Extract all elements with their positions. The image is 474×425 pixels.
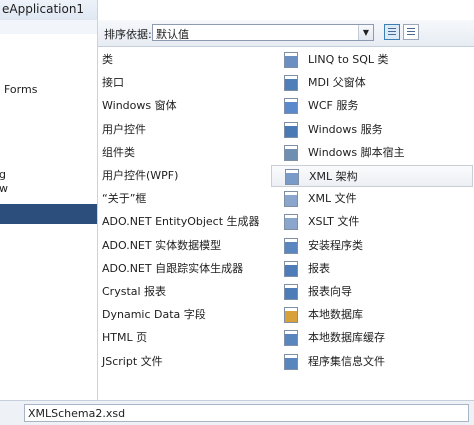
template-item-label: Windows 脚本宿主 (308, 145, 405, 159)
template-item[interactable]: 报表向导 (284, 281, 472, 303)
list-view-button[interactable] (384, 24, 400, 40)
template-item[interactable]: “关于”框 (102, 188, 268, 210)
template-item[interactable]: WCF 服务 (284, 95, 472, 117)
windows-service-icon (284, 121, 298, 138)
local-db-cache-icon (284, 330, 298, 347)
template-item[interactable]: HTML 页 (102, 327, 268, 349)
local-database-icon (284, 307, 298, 324)
template-item[interactable]: XML 文件 (284, 188, 472, 210)
template-item[interactable]: 组件类 (102, 142, 268, 164)
installer-class-icon (284, 237, 298, 254)
template-item-label: 用户控件 (102, 122, 146, 136)
template-item-label: LINQ to SQL 类 (308, 53, 389, 66)
template-item[interactable]: 本地数据库缓存 (284, 327, 472, 349)
template-item-label: MDI 父窗体 (308, 76, 366, 90)
sort-dropdown-value: 默认值 (156, 28, 189, 41)
template-item[interactable]: 用户控件 (102, 119, 268, 141)
xslt-file-icon (284, 214, 298, 231)
detail-view-button[interactable] (403, 24, 419, 40)
project-title: eApplication1 (2, 2, 85, 16)
wcf-service-icon (284, 98, 298, 115)
assembly-info-icon (284, 353, 298, 370)
template-item[interactable]: XSLT 文件 (284, 211, 472, 233)
template-item-label: 组件类 (102, 145, 135, 159)
template-item-label: ADO.NET 实体数据模型 (102, 238, 222, 252)
template-item[interactable]: 接口 (102, 72, 268, 94)
template-item-label: 本地数据库缓存 (308, 331, 385, 345)
template-item-label: ADO.NET 自跟踪实体生成器 (102, 261, 244, 275)
template-item-label: 安装程序类 (308, 238, 363, 252)
template-item-label: WCF 服务 (308, 99, 359, 113)
tree-item-partial-w[interactable]: w (0, 182, 8, 195)
script-host-icon (284, 144, 298, 161)
template-item-label: 接口 (102, 76, 124, 90)
sort-dropdown[interactable]: 默认值 ▼ (152, 24, 374, 41)
template-item-label: 报表向导 (308, 285, 352, 298)
template-item-label: “关于”框 (102, 192, 147, 206)
template-item-label: 类 (102, 53, 113, 66)
template-item-label: 用户控件(WPF) (102, 169, 179, 182)
report-wizard-icon (284, 284, 298, 300)
sort-toolbar: 排序依据: 默认值 ▼ (98, 20, 474, 47)
tree-item-forms[interactable]: Forms (4, 83, 37, 96)
linq-class-icon (284, 52, 298, 68)
name-field-bar (0, 400, 474, 425)
project-title-bar: eApplication1 (0, 0, 97, 21)
template-item[interactable]: 安装程序类 (284, 235, 472, 257)
template-item-label: ADO.NET EntityObject 生成器 (102, 215, 260, 229)
template-item[interactable]: Windows 脚本宿主 (284, 142, 472, 164)
template-item[interactable]: Dynamic Data 字段 (102, 304, 268, 326)
xml-schema-icon (285, 169, 299, 185)
template-item-label: Crystal 报表 (102, 285, 167, 298)
template-item-label: Windows 窗体 (102, 99, 177, 113)
template-item[interactable]: 类 (102, 49, 268, 71)
template-item[interactable]: JScript 文件 (102, 351, 268, 373)
chevron-down-icon[interactable]: ▼ (358, 25, 373, 40)
template-item-label: HTML 页 (102, 331, 148, 345)
template-item[interactable]: 报表 (284, 258, 472, 280)
tree-header-band (0, 20, 97, 34)
template-item-label: Windows 服务 (308, 122, 383, 136)
template-item[interactable]: 用户控件(WPF) (102, 165, 268, 187)
template-item-label: JScript 文件 (102, 354, 163, 368)
xml-file-icon (284, 191, 298, 208)
template-item[interactable]: LINQ to SQL 类 (284, 49, 472, 71)
template-item-label: 本地数据库 (308, 308, 363, 322)
report-icon (284, 260, 298, 277)
list-view-icon (388, 28, 396, 36)
template-item-label: XML 架构 (309, 170, 358, 183)
detail-view-icon (407, 28, 415, 36)
template-item-label: Dynamic Data 字段 (102, 308, 206, 322)
template-item-label: XML 文件 (308, 192, 357, 206)
template-tree-panel: eApplication1 Forms g w (0, 0, 98, 400)
template-item-label: XSLT 文件 (308, 215, 360, 229)
template-item-selected[interactable]: XML 架构 (271, 165, 473, 187)
template-item[interactable]: 本地数据库 (284, 304, 472, 326)
template-item-label: 程序集信息文件 (308, 354, 385, 368)
template-item[interactable]: ADO.NET 实体数据模型 (102, 235, 268, 257)
file-name-input[interactable] (24, 404, 469, 422)
template-item[interactable]: ADO.NET EntityObject 生成器 (102, 211, 268, 233)
template-item[interactable]: Windows 服务 (284, 119, 472, 141)
template-item[interactable]: Windows 窗体 (102, 95, 268, 117)
tree-item-partial-g[interactable]: g (0, 168, 6, 181)
template-item[interactable]: Crystal 报表 (102, 281, 268, 303)
template-list: 类接口 Windows 窗体 用户控件组件类用户控件(WPF) “关于”框 ADO.NE… (98, 47, 474, 400)
template-item[interactable]: ADO.NET 自跟踪实体生成器 (102, 258, 268, 280)
template-item[interactable]: MDI 父窗体 (284, 72, 472, 94)
template-item-label: 报表 (308, 261, 330, 275)
mdi-form-icon (284, 75, 298, 92)
tree-item-selected[interactable] (0, 204, 97, 224)
template-item[interactable]: 程序集信息文件 (284, 351, 472, 373)
sort-label: 排序依据: (104, 28, 152, 41)
